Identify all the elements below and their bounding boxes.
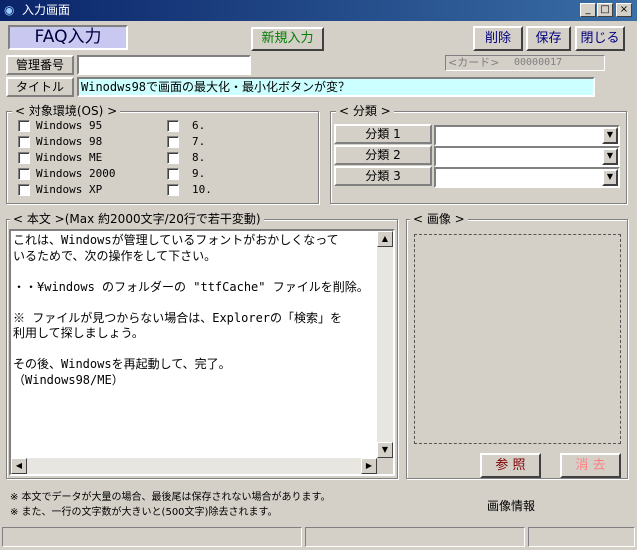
checkbox[interactable] xyxy=(18,120,30,132)
save-button[interactable]: 保存 xyxy=(526,26,571,51)
body-textarea[interactable]: これは、Windowsが管理しているフォントがおかしくなって いるためで、次の操作… xyxy=(9,229,395,476)
chevron-down-icon[interactable]: ▼ xyxy=(602,148,618,165)
delete-button[interactable]: 削除 xyxy=(473,26,523,51)
close-window-button[interactable]: × xyxy=(616,3,632,17)
manage-no-field[interactable] xyxy=(77,55,251,75)
category-select[interactable]: ▼ xyxy=(434,146,620,167)
status-panel xyxy=(2,527,302,547)
eye-icon: ◉ xyxy=(4,3,15,17)
image-preview-area[interactable] xyxy=(414,234,621,444)
faq-input-label: FAQ入力 xyxy=(8,25,128,50)
os-option-label: 6. xyxy=(192,119,206,132)
os-option-label: Windows ME xyxy=(36,151,103,164)
image-group-title: < 画像 > xyxy=(410,212,468,226)
checkbox[interactable] xyxy=(18,168,30,180)
category-label: 分類 2 xyxy=(334,145,432,165)
os-option-label: 9. xyxy=(192,167,206,180)
os-option-label: 7. xyxy=(192,135,206,148)
card-number: 00000017 xyxy=(514,57,563,68)
os-group-title: < 対象環境(OS) > xyxy=(12,104,121,118)
os-option[interactable]: Windows ME xyxy=(18,151,158,165)
image-info-label: 画像情報 xyxy=(487,499,536,513)
category-select[interactable]: ▼ xyxy=(434,125,620,146)
note-line: ※ また、一行の文字数が大きいと(500文字)除去されます。 xyxy=(10,507,278,518)
vertical-scrollbar[interactable]: ▲ ▼ xyxy=(377,231,393,458)
os-option[interactable]: 10. xyxy=(167,183,227,197)
scroll-left-icon[interactable]: ◀ xyxy=(11,458,27,474)
os-option-label: Windows 95 xyxy=(36,119,103,132)
chevron-down-icon[interactable]: ▼ xyxy=(602,127,618,144)
body-text-line: （Windows98/ME） xyxy=(13,372,124,387)
os-option[interactable]: 6. xyxy=(167,119,227,133)
os-option-label: 8. xyxy=(192,151,206,164)
new-entry-button[interactable]: 新規入力 xyxy=(251,27,324,51)
os-option-label: Windows 2000 xyxy=(36,167,116,180)
checkbox[interactable] xyxy=(167,120,179,132)
card-label: <カード> xyxy=(448,56,500,69)
checkbox[interactable] xyxy=(167,184,179,196)
checkbox[interactable] xyxy=(167,168,179,180)
category-label: 分類 3 xyxy=(334,166,432,186)
os-option[interactable]: 8. xyxy=(167,151,227,165)
os-option[interactable]: 9. xyxy=(167,167,227,181)
body-group-title: < 本文 >(Max 約2000文字/20行で若干変動) xyxy=(10,212,264,226)
checkbox[interactable] xyxy=(18,136,30,148)
note-line: ※ 本文でデータが大量の場合、最後尾は保存されない場合があります。 xyxy=(10,492,331,503)
os-option[interactable]: Windows 2000 xyxy=(18,167,158,181)
body-text-line xyxy=(13,295,377,311)
body-text-line: 利用して探しましょう。 xyxy=(13,326,144,340)
os-option-label: 10. xyxy=(192,183,212,196)
notes: ※ 本文でデータが大量の場合、最後尾は保存されない場合があります。 ※ また、一… xyxy=(10,490,331,520)
body-text-line: これは、Windowsが管理しているフォントがおかしくなって xyxy=(13,233,339,247)
os-option[interactable]: Windows 98 xyxy=(18,135,158,149)
os-option[interactable]: Windows 95 xyxy=(18,119,158,133)
os-option-label: Windows XP xyxy=(36,183,103,196)
scroll-right-icon[interactable]: ▶ xyxy=(361,458,377,474)
status-panel xyxy=(528,527,635,547)
body-text-line xyxy=(13,342,377,358)
maximize-button[interactable]: □ xyxy=(597,3,613,17)
body-text-line: いるためで、次の操作をして下さい。 xyxy=(13,248,217,263)
body-text-line: その後、Windowsを再起動して、完了。 xyxy=(13,357,231,371)
category-select[interactable]: ▼ xyxy=(434,167,620,188)
checkbox[interactable] xyxy=(18,152,30,164)
chevron-down-icon[interactable]: ▼ xyxy=(602,169,618,186)
clear-button[interactable]: 消 去 xyxy=(560,453,621,478)
category-label: 分類 1 xyxy=(334,124,432,144)
manage-no-label: 管理番号 xyxy=(6,55,74,75)
body-text-line xyxy=(13,264,377,280)
window-title: 入力画面 xyxy=(22,3,71,17)
checkbox[interactable] xyxy=(167,152,179,164)
os-option-label: Windows 98 xyxy=(36,135,103,148)
checkbox[interactable] xyxy=(18,184,30,196)
scroll-up-icon[interactable]: ▲ xyxy=(377,231,393,247)
title-field[interactable]: Winodws98で画面の最大化・最小化ボタンが変？ xyxy=(77,77,595,97)
body-text-line: ※ ファイルが見つからない場合は、Explorerの「検索」を xyxy=(13,310,343,325)
close-button[interactable]: 閉じる xyxy=(575,26,625,51)
checkbox[interactable] xyxy=(167,136,179,148)
status-panel xyxy=(305,527,525,547)
title-label: タイトル xyxy=(6,77,74,97)
browse-button[interactable]: 参 照 xyxy=(480,453,541,478)
horizontal-scrollbar[interactable]: ◀ ▶ xyxy=(11,458,377,474)
card-box: <カード> 00000017 xyxy=(445,55,605,71)
minimize-button[interactable]: _ xyxy=(580,3,596,17)
body-text-line: ・・¥windows のフォルダーの "ttfCache" ファイルを削除。 xyxy=(13,279,369,294)
scroll-corner xyxy=(377,458,393,474)
os-option[interactable]: 7. xyxy=(167,135,227,149)
window-title-bar[interactable]: ◉ 入力画面 _ □ × xyxy=(0,0,637,21)
os-option[interactable]: Windows XP xyxy=(18,183,158,197)
category-group-title: < 分類 > xyxy=(336,104,394,118)
scroll-down-icon[interactable]: ▼ xyxy=(377,442,393,458)
